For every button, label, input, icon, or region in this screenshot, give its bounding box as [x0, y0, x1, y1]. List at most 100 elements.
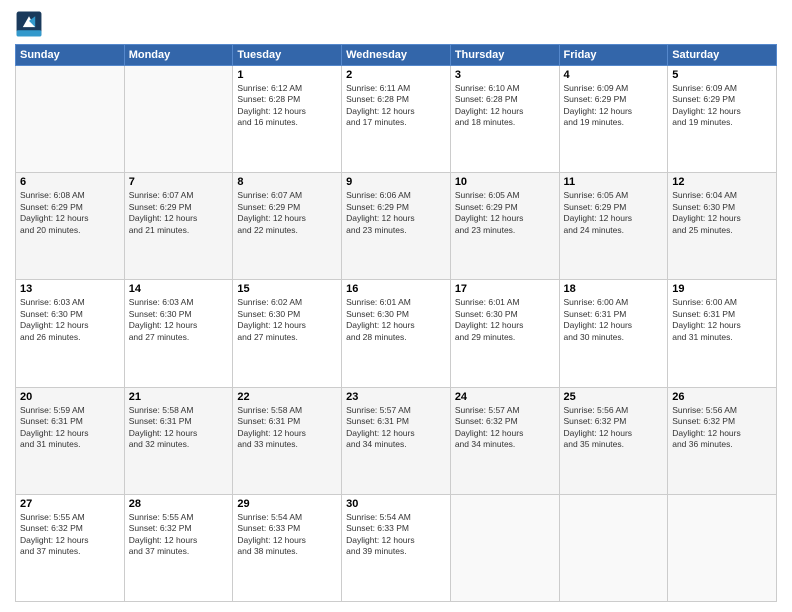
calendar-cell: 1Sunrise: 6:12 AMSunset: 6:28 PMDaylight… [233, 66, 342, 173]
day-info: Sunrise: 6:08 AMSunset: 6:29 PMDaylight:… [20, 190, 120, 236]
calendar-cell [668, 494, 777, 601]
calendar-cell: 2 Sunrise: 6:11 AMSunset: 6:28 PMDaylight… [342, 66, 451, 173]
day-number: 7 [129, 176, 229, 188]
calendar-cell: 18Sunrise: 6:00 AMSunset: 6:31 PMDayligh… [559, 280, 668, 387]
calendar-cell: 17 Sunrise: 6:01 AMSunset: 6:30 PMDayligh… [450, 280, 559, 387]
calendar-cell: 14 Sunrise: 6:03 AMSunset: 6:30 PMDayligh… [124, 280, 233, 387]
calendar-cell [559, 494, 668, 601]
day-number: 30 [346, 498, 446, 510]
day-info: Sunrise: 6:09 AMSunset: 6:29 PMDaylight:… [672, 83, 772, 129]
calendar-cell: 29 Sunrise: 5:54 AMSunset: 6:33 PMDayligh… [233, 494, 342, 601]
calendar-cell: 11 Sunrise: 6:05 AMSunset: 6:29 PMDayligh… [559, 173, 668, 280]
calendar-cell: 23Sunrise: 5:57 AMSunset: 6:31 PMDayligh… [342, 387, 451, 494]
calendar-cell: 20Sunrise: 5:59 AMSunset: 6:31 PMDayligh… [16, 387, 125, 494]
day-info: Sunrise: 5:55 AMSunset: 6:32 PMDaylight:… [20, 512, 120, 558]
calendar-week-row: 6 Sunrise: 6:08 AMSunset: 6:29 PMDaylight… [16, 173, 777, 280]
calendar-cell [450, 494, 559, 601]
weekday-header-friday: Friday [559, 45, 668, 66]
calendar-week-row: 27 Sunrise: 5:55 AMSunset: 6:32 PMDayligh… [16, 494, 777, 601]
day-number: 2 [346, 69, 446, 81]
day-info: Sunrise: 6:11 AMSunset: 6:28 PMDaylight:… [346, 83, 446, 129]
calendar-cell: 27 Sunrise: 5:55 AMSunset: 6:32 PMDayligh… [16, 494, 125, 601]
day-info: Sunrise: 5:54 AMSunset: 6:33 PMDaylight:… [237, 512, 337, 558]
calendar-cell: 25 Sunrise: 5:56 AMSunset: 6:32 PMDayligh… [559, 387, 668, 494]
day-info: Sunrise: 6:03 AMSunset: 6:30 PMDaylight:… [20, 297, 120, 343]
calendar-cell: 4 Sunrise: 6:09 AMSunset: 6:29 PMDaylight… [559, 66, 668, 173]
day-info: Sunrise: 6:04 AMSunset: 6:30 PMDaylight:… [672, 190, 772, 236]
day-info: Sunrise: 6:03 AMSunset: 6:30 PMDaylight:… [129, 297, 229, 343]
day-info: Sunrise: 6:05 AMSunset: 6:29 PMDaylight:… [455, 190, 555, 236]
day-info: Sunrise: 5:57 AMSunset: 6:32 PMDaylight:… [455, 405, 555, 451]
day-number: 16 [346, 283, 446, 295]
day-info: Sunrise: 5:54 AMSunset: 6:33 PMDaylight:… [346, 512, 446, 558]
calendar-cell: 10 Sunrise: 6:05 AMSunset: 6:29 PMDayligh… [450, 173, 559, 280]
day-info: Sunrise: 5:56 AMSunset: 6:32 PMDaylight:… [672, 405, 772, 451]
calendar-cell: 6 Sunrise: 6:08 AMSunset: 6:29 PMDaylight… [16, 173, 125, 280]
day-info: Sunrise: 6:09 AMSunset: 6:29 PMDaylight:… [564, 83, 664, 129]
calendar-cell: 5 Sunrise: 6:09 AMSunset: 6:29 PMDaylight… [668, 66, 777, 173]
day-number: 11 [564, 176, 664, 188]
day-info: Sunrise: 6:00 AMSunset: 6:31 PMDaylight:… [564, 297, 664, 343]
calendar-cell: 9Sunrise: 6:06 AMSunset: 6:29 PMDaylight… [342, 173, 451, 280]
calendar-cell [124, 66, 233, 173]
weekday-header-sunday: Sunday [16, 45, 125, 66]
page: SundayMondayTuesdayWednesdayThursdayFrid… [0, 0, 792, 612]
header [15, 10, 777, 38]
logo-icon [15, 10, 43, 38]
day-number: 8 [237, 176, 337, 188]
day-number: 25 [564, 391, 664, 403]
calendar-cell: 28Sunrise: 5:55 AMSunset: 6:32 PMDayligh… [124, 494, 233, 601]
day-info: Sunrise: 5:59 AMSunset: 6:31 PMDaylight:… [20, 405, 120, 451]
day-number: 5 [672, 69, 772, 81]
day-number: 9 [346, 176, 446, 188]
calendar-cell: 30 Sunrise: 5:54 AMSunset: 6:33 PMDayligh… [342, 494, 451, 601]
day-info: Sunrise: 6:07 AMSunset: 6:29 PMDaylight:… [129, 190, 229, 236]
day-number: 12 [672, 176, 772, 188]
calendar-week-row: 13 Sunrise: 6:03 AMSunset: 6:30 PMDayligh… [16, 280, 777, 387]
day-number: 4 [564, 69, 664, 81]
day-number: 15 [237, 283, 337, 295]
day-number: 6 [20, 176, 120, 188]
calendar-cell: 15 Sunrise: 6:02 AMSunset: 6:30 PMDayligh… [233, 280, 342, 387]
day-number: 27 [20, 498, 120, 510]
logo [15, 10, 47, 38]
calendar-cell: 26 Sunrise: 5:56 AMSunset: 6:32 PMDayligh… [668, 387, 777, 494]
weekday-header-tuesday: Tuesday [233, 45, 342, 66]
calendar-cell: 12 Sunrise: 6:04 AMSunset: 6:30 PMDayligh… [668, 173, 777, 280]
calendar-table: SundayMondayTuesdayWednesdayThursdayFrid… [15, 44, 777, 602]
day-info: Sunrise: 6:10 AMSunset: 6:28 PMDaylight:… [455, 83, 555, 129]
day-info: Sunrise: 5:55 AMSunset: 6:32 PMDaylight:… [129, 512, 229, 558]
weekday-header-saturday: Saturday [668, 45, 777, 66]
day-number: 3 [455, 69, 555, 81]
calendar-cell: 24 Sunrise: 5:57 AMSunset: 6:32 PMDayligh… [450, 387, 559, 494]
weekday-header-row: SundayMondayTuesdayWednesdayThursdayFrid… [16, 45, 777, 66]
day-info: Sunrise: 5:57 AMSunset: 6:31 PMDaylight:… [346, 405, 446, 451]
day-number: 21 [129, 391, 229, 403]
day-info: Sunrise: 5:58 AMSunset: 6:31 PMDaylight:… [129, 405, 229, 451]
day-info: Sunrise: 6:05 AMSunset: 6:29 PMDaylight:… [564, 190, 664, 236]
calendar-cell: 3 Sunrise: 6:10 AMSunset: 6:28 PMDaylight… [450, 66, 559, 173]
day-info: Sunrise: 6:00 AMSunset: 6:31 PMDaylight:… [672, 297, 772, 343]
calendar-cell [16, 66, 125, 173]
day-info: Sunrise: 6:01 AMSunset: 6:30 PMDaylight:… [346, 297, 446, 343]
calendar-cell: 16 Sunrise: 6:01 AMSunset: 6:30 PMDayligh… [342, 280, 451, 387]
day-number: 29 [237, 498, 337, 510]
weekday-header-monday: Monday [124, 45, 233, 66]
day-number: 14 [129, 283, 229, 295]
day-info: Sunrise: 5:56 AMSunset: 6:32 PMDaylight:… [564, 405, 664, 451]
day-info: Sunrise: 6:02 AMSunset: 6:30 PMDaylight:… [237, 297, 337, 343]
weekday-header-wednesday: Wednesday [342, 45, 451, 66]
calendar-week-row: 20Sunrise: 5:59 AMSunset: 6:31 PMDayligh… [16, 387, 777, 494]
day-number: 26 [672, 391, 772, 403]
day-number: 10 [455, 176, 555, 188]
calendar-week-row: 1Sunrise: 6:12 AMSunset: 6:28 PMDaylight… [16, 66, 777, 173]
day-info: Sunrise: 6:07 AMSunset: 6:29 PMDaylight:… [237, 190, 337, 236]
calendar-cell: 21 Sunrise: 5:58 AMSunset: 6:31 PMDayligh… [124, 387, 233, 494]
calendar-cell: 13 Sunrise: 6:03 AMSunset: 6:30 PMDayligh… [16, 280, 125, 387]
day-number: 17 [455, 283, 555, 295]
day-info: Sunrise: 6:01 AMSunset: 6:30 PMDaylight:… [455, 297, 555, 343]
day-number: 24 [455, 391, 555, 403]
day-number: 13 [20, 283, 120, 295]
day-number: 19 [672, 283, 772, 295]
calendar-cell: 19 Sunrise: 6:00 AMSunset: 6:31 PMDayligh… [668, 280, 777, 387]
